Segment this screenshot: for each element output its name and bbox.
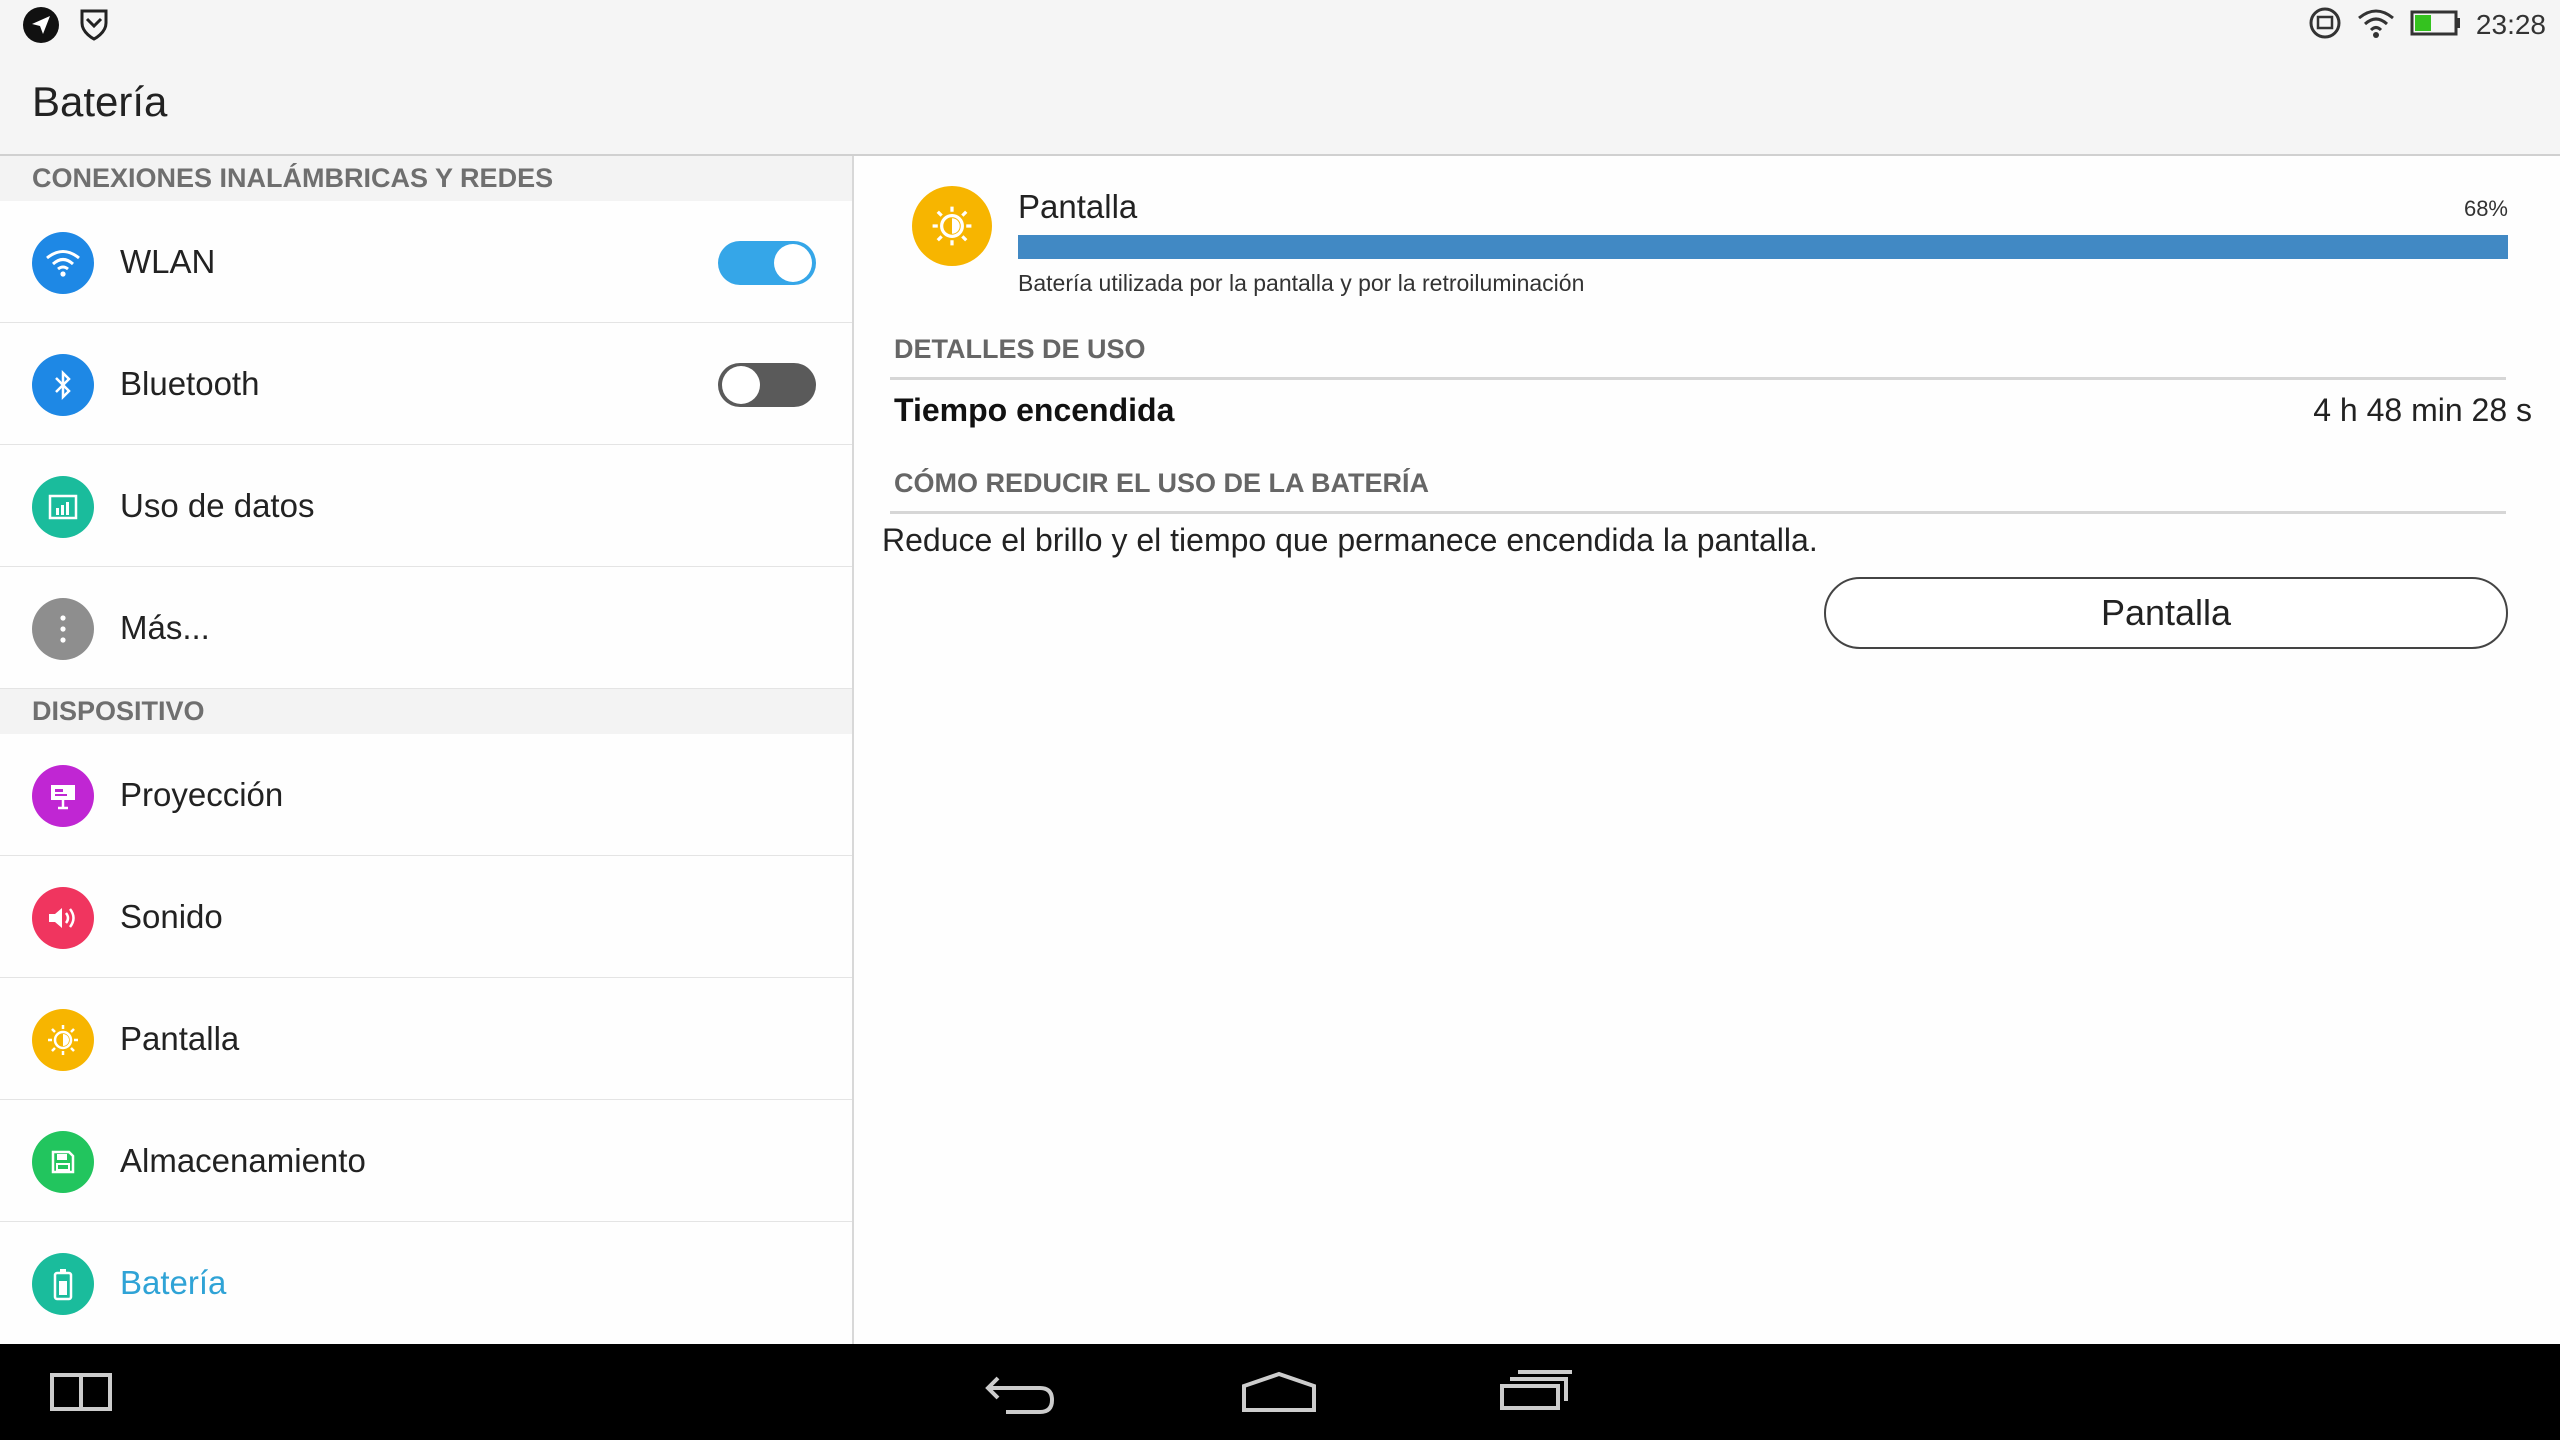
page-title: Batería: [32, 78, 168, 125]
navigation-bar: [0, 1344, 2560, 1440]
projection-icon: [32, 765, 94, 827]
usage-detail-label: Tiempo encendida: [894, 392, 1175, 428]
storage-icon: [32, 1131, 94, 1193]
usage-percent: 68%: [2463, 196, 2508, 221]
section-header-reduce-usage: CÓMO REDUCIR EL USO DE LA BATERÍA: [890, 468, 2506, 514]
sidebar-item-projection[interactable]: Proyección: [0, 734, 852, 856]
brightness-icon: [32, 1009, 94, 1071]
usage-description: Batería utilizada por la pantalla y por …: [1018, 270, 1585, 296]
sidebar-item-label: Proyección: [120, 776, 284, 813]
settings-sidebar: CONEXIONES INALÁMBRICAS Y REDES WLAN Blu…: [0, 156, 854, 1344]
sidebar-item-label: Pantalla: [120, 1020, 240, 1057]
sidebar-item-label: Sonido: [120, 898, 223, 935]
bluetooth-toggle[interactable]: [718, 363, 816, 407]
section-header-wireless: CONEXIONES INALÁMBRICAS Y REDES: [0, 156, 852, 201]
status-bar: 23:28: [0, 0, 2560, 50]
sidebar-item-display[interactable]: Pantalla: [0, 978, 852, 1100]
more-icon: [32, 598, 94, 660]
battery-detail-pane: Pantalla 68% Batería utilizada por la pa…: [854, 156, 2560, 1344]
sidebar-item-bluetooth[interactable]: Bluetooth: [0, 323, 852, 445]
sidebar-item-storage[interactable]: Almacenamiento: [0, 1100, 852, 1222]
cast-status-icon: [2308, 6, 2342, 45]
sidebar-item-wlan[interactable]: WLAN: [0, 201, 852, 323]
display-settings-button[interactable]: Pantalla: [1824, 577, 2508, 649]
clock: 23:28: [2475, 9, 2546, 40]
send-notification-icon: [22, 6, 60, 49]
wlan-toggle[interactable]: [718, 241, 816, 285]
sidebar-item-label: Batería: [120, 1264, 227, 1301]
sidebar-item-label: Uso de datos: [120, 487, 315, 524]
sidebar-item-label: WLAN: [120, 243, 216, 280]
back-icon[interactable]: [984, 1370, 1058, 1421]
brightness-icon: [912, 186, 992, 266]
battery-status-icon: [2410, 9, 2462, 42]
sidebar-item-battery[interactable]: Batería: [0, 1222, 852, 1344]
bluetooth-icon: [32, 354, 94, 416]
usage-progress-bar: [1018, 235, 2508, 259]
section-header-usage-details: DETALLES DE USO: [890, 334, 2506, 380]
sidebar-item-data-usage[interactable]: Uso de datos: [0, 445, 852, 567]
sidebar-item-sound[interactable]: Sonido: [0, 856, 852, 978]
toggle-knob: [774, 244, 812, 282]
battery-icon: [32, 1253, 94, 1315]
tip-text: Reduce el brillo y el tiempo que permane…: [882, 522, 1818, 558]
sidebar-item-label: Almacenamiento: [120, 1142, 366, 1179]
sidebar-item-more[interactable]: Más...: [0, 567, 852, 689]
data-usage-icon: [32, 476, 94, 538]
usage-item-name: Pantalla: [1018, 188, 1138, 225]
toggle-knob: [722, 366, 760, 404]
app-header: Batería: [0, 50, 2560, 156]
multi-window-icon[interactable]: [50, 1372, 112, 1417]
sidebar-item-label: Bluetooth: [120, 365, 260, 402]
usage-progress-fill: [1018, 235, 2508, 259]
usage-detail-value: 4 h 48 min 28 s: [2313, 392, 2532, 428]
sidebar-item-label: Más...: [120, 609, 210, 646]
section-header-device: DISPOSITIVO: [0, 689, 852, 734]
recent-apps-icon[interactable]: [1498, 1368, 1574, 1417]
shield-icon: [78, 7, 110, 48]
wifi-signal-icon: [2356, 6, 2396, 45]
wifi-icon: [32, 232, 94, 294]
home-icon[interactable]: [1240, 1370, 1318, 1419]
sound-icon: [32, 887, 94, 949]
